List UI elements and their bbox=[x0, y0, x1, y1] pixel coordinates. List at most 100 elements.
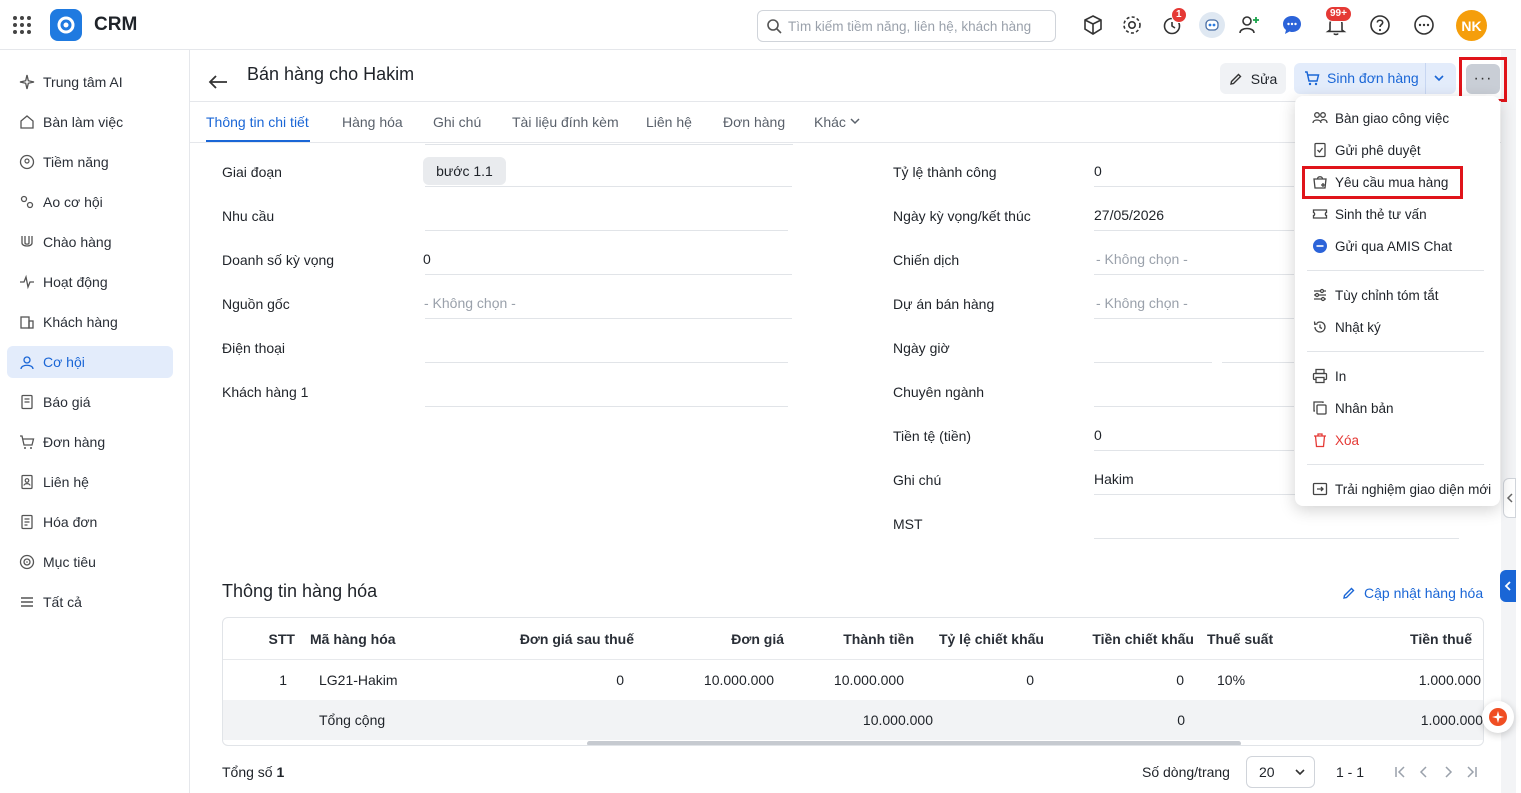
tab-5[interactable]: Đơn hàng bbox=[723, 114, 785, 130]
menu-item-6[interactable]: Nhật ký bbox=[1295, 313, 1500, 341]
table-cell: LG21-Hakim bbox=[319, 672, 398, 688]
more-actions-menu: Bàn giao công việc Gửi phê duyệt Yêu cầu m… bbox=[1295, 96, 1500, 506]
pool-icon bbox=[19, 194, 35, 210]
generate-order-button[interactable]: Sinh đơn hàng bbox=[1294, 63, 1456, 94]
sidebar-item-3[interactable]: Ao cơ hội bbox=[7, 186, 173, 218]
field-value[interactable]: - Không chọn - bbox=[424, 295, 516, 311]
sidebar-item-5[interactable]: Hoạt động bbox=[7, 266, 173, 298]
tab-3[interactable]: Tài liệu đính kèm bbox=[512, 114, 619, 130]
sidebar-item-0[interactable]: Trung tâm AI bbox=[7, 66, 173, 98]
menu-item-9[interactable]: Xóa bbox=[1295, 426, 1500, 454]
sidebar-item-9[interactable]: Đơn hàng bbox=[7, 426, 173, 458]
cube-icon[interactable] bbox=[1081, 13, 1105, 37]
ai-assistant-button[interactable] bbox=[1482, 701, 1514, 733]
help-icon[interactable] bbox=[1368, 13, 1392, 37]
field-value[interactable]: 0 bbox=[1094, 163, 1102, 179]
tab-label: Đơn hàng bbox=[723, 114, 786, 130]
cart-icon bbox=[19, 434, 35, 450]
search-input[interactable] bbox=[788, 16, 1048, 36]
rows-per-page-select[interactable]: 20 bbox=[1246, 756, 1315, 788]
sidebar-item-11[interactable]: Hóa đơn bbox=[7, 506, 173, 538]
active-tab-indicator bbox=[206, 140, 310, 142]
prev-page-icon[interactable] bbox=[1417, 765, 1431, 779]
menu-item-3[interactable]: Sinh thẻ tư vấn bbox=[1295, 200, 1500, 228]
more-icon[interactable] bbox=[1412, 13, 1436, 37]
field-underline bbox=[425, 318, 792, 319]
sidebar-item-12[interactable]: Mục tiêu bbox=[7, 546, 173, 578]
menu-item-label: Tùy chỉnh tóm tắt bbox=[1335, 288, 1439, 303]
menu-item-1[interactable]: Gửi phê duyệt bbox=[1295, 136, 1500, 164]
field-value[interactable]: 0 bbox=[423, 251, 431, 267]
sidebar-item-8[interactable]: Báo giá bbox=[7, 386, 173, 418]
edit-button[interactable]: Sửa bbox=[1220, 63, 1286, 94]
field-underline bbox=[1094, 450, 1294, 451]
sidebar-item-4[interactable]: Chào hàng bbox=[7, 226, 173, 258]
field-value[interactable]: 0 bbox=[1094, 427, 1102, 443]
field-label: Khách hàng 1 bbox=[222, 384, 309, 400]
search-box[interactable] bbox=[757, 10, 1056, 42]
robot-avatar-icon[interactable] bbox=[1199, 12, 1225, 38]
menu-divider bbox=[1307, 464, 1484, 465]
chat-icon[interactable] bbox=[1280, 13, 1304, 37]
menu-item-label: Trải nghiệm giao diện mới bbox=[1335, 482, 1492, 497]
field-underline bbox=[1094, 186, 1294, 187]
menu-item-7[interactable]: In bbox=[1295, 362, 1500, 390]
cart-icon bbox=[1305, 71, 1320, 86]
menu-item-10[interactable]: Trải nghiệm giao diện mới bbox=[1295, 475, 1500, 503]
sidebar-item-label: Cơ hội bbox=[43, 354, 85, 370]
edit-button-label: Sửa bbox=[1250, 70, 1278, 87]
tab-label: Liên hệ bbox=[646, 114, 692, 130]
sidebar-item-label: Tiềm năng bbox=[43, 154, 109, 170]
chevron-down-icon[interactable] bbox=[1432, 71, 1446, 85]
tab-2[interactable]: Ghi chú bbox=[433, 114, 481, 130]
sidebar-item-13[interactable]: Tất cả bbox=[7, 586, 173, 618]
field-value[interactable]: - Không chọn - bbox=[1096, 295, 1188, 311]
user-avatar[interactable]: NK bbox=[1456, 10, 1487, 41]
table-row[interactable]: 1 LG21-Hakim 0 10.000.000 10.000.000 0 0 10% 1.0… bbox=[223, 660, 1483, 700]
crm-logo-icon[interactable] bbox=[50, 9, 82, 41]
tab-1[interactable]: Hàng hóa bbox=[342, 114, 403, 130]
sidebar-item-7[interactable]: Cơ hội bbox=[7, 346, 173, 378]
field-value[interactable]: - Không chọn - bbox=[1096, 251, 1188, 267]
menu-item-4[interactable]: Gửi qua AMIS Chat bbox=[1295, 232, 1500, 260]
magnet-icon bbox=[19, 234, 35, 250]
purchase-request-highlight bbox=[1302, 166, 1463, 199]
tab-4[interactable]: Liên hệ bbox=[646, 114, 692, 130]
grid-apps-icon[interactable] bbox=[12, 15, 32, 35]
last-page-icon[interactable] bbox=[1465, 765, 1479, 779]
first-page-icon[interactable] bbox=[1393, 765, 1407, 779]
gear-icon[interactable] bbox=[1120, 13, 1144, 37]
handover-icon bbox=[1312, 110, 1328, 126]
tab-0[interactable]: Thông tin chi tiết bbox=[206, 114, 309, 130]
contact-icon bbox=[19, 474, 35, 490]
table-scrollbar[interactable] bbox=[587, 741, 1241, 745]
menu-item-5[interactable]: Tùy chỉnh tóm tắt bbox=[1295, 281, 1500, 309]
update-products-link[interactable]: Cập nhật hàng hóa bbox=[1342, 585, 1483, 601]
sidebar-item-2[interactable]: Tiềm năng bbox=[7, 146, 173, 178]
field-label: Nguồn gốc bbox=[222, 296, 290, 312]
tab-label: Hàng hóa bbox=[342, 114, 403, 130]
sidebar-item-1[interactable]: Bàn làm việc bbox=[7, 106, 173, 138]
column-header: Thành tiền bbox=[843, 631, 914, 647]
tab-label: Thông tin chi tiết bbox=[206, 114, 309, 130]
field-value[interactable]: Hakim bbox=[1094, 471, 1134, 487]
building-icon bbox=[19, 314, 35, 330]
sidebar-item-10[interactable]: Liên hệ bbox=[7, 466, 173, 498]
back-arrow-icon[interactable] bbox=[207, 71, 229, 93]
next-page-icon[interactable] bbox=[1441, 765, 1455, 779]
sidebar-item-label: Trung tâm AI bbox=[43, 74, 123, 90]
menu-item-label: Nhân bản bbox=[1335, 401, 1394, 416]
menu-item-label: Gửi phê duyệt bbox=[1335, 143, 1421, 158]
sidebar-item-label: Đơn hàng bbox=[43, 434, 106, 450]
stage-value[interactable]: bước 1.1 bbox=[423, 157, 506, 185]
history-icon bbox=[1312, 319, 1328, 335]
tab-6[interactable]: Khác bbox=[814, 114, 861, 130]
collapse-panel-tab[interactable] bbox=[1500, 570, 1516, 602]
menu-item-8[interactable]: Nhân bản bbox=[1295, 394, 1500, 422]
side-panel-toggle[interactable] bbox=[1503, 478, 1516, 518]
sidebar-item-6[interactable]: Khách hàng bbox=[7, 306, 173, 338]
chevron-down-icon bbox=[846, 114, 861, 130]
field-value[interactable]: 27/05/2026 bbox=[1094, 207, 1164, 223]
add-user-icon[interactable] bbox=[1237, 13, 1261, 37]
menu-item-0[interactable]: Bàn giao công việc bbox=[1295, 104, 1500, 132]
